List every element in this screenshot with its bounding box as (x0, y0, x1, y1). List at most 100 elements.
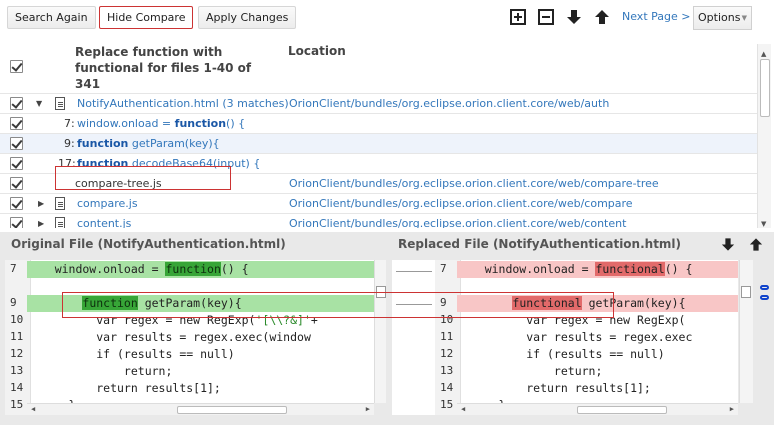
match-suffix: () { (226, 117, 246, 130)
next-diff-icon[interactable] (721, 237, 735, 252)
scroll-left-icon[interactable]: ◀ (461, 405, 465, 413)
search-again-button[interactable]: Search Again (7, 6, 96, 29)
code-text: window.onload = (457, 262, 596, 276)
row-checkbox[interactable] (10, 157, 23, 170)
expand-all-icon[interactable] (510, 9, 526, 25)
row-checkbox[interactable] (10, 137, 23, 150)
next-match-icon[interactable] (566, 9, 582, 25)
scroll-right-icon[interactable]: ▶ (366, 405, 370, 413)
apply-changes-button[interactable]: Apply Changes (198, 6, 297, 29)
expand-triangle-icon[interactable]: ▶ (38, 219, 44, 228)
diff-connector-gutter (392, 260, 435, 415)
scroll-right-icon[interactable]: ▶ (730, 405, 734, 413)
file-icon (55, 97, 65, 110)
file-name-link[interactable]: compare.js (77, 197, 138, 210)
match-row-selected[interactable]: 9: function getParam(key){ (0, 133, 757, 153)
line-number: 11 (10, 330, 24, 343)
row-checkbox[interactable] (10, 217, 23, 228)
location-column-header: Location (288, 44, 346, 58)
replaced-file-title: Replaced File (NotifyAuthentication.html… (398, 237, 682, 251)
file-location-link[interactable]: OrionClient/bundles/org.eclipse.orion.cl… (289, 197, 633, 210)
line-number: 14 (440, 381, 454, 394)
line-number: 11 (440, 330, 454, 343)
row-checkbox[interactable] (10, 197, 23, 210)
line-number: 13 (440, 364, 454, 377)
match-line-number: 7: (64, 117, 75, 130)
scroll-left-icon[interactable]: ◀ (31, 405, 35, 413)
file-location-link[interactable]: OrionClient/bundles/org.eclipse.orion.cl… (289, 177, 659, 190)
original-hscrollbar[interactable]: ◀ ▶ (27, 403, 374, 415)
changed-token: function (165, 262, 221, 276)
expand-triangle-icon[interactable]: ▶ (38, 199, 44, 208)
code-line-14: return results[1]; (27, 381, 221, 395)
file-row[interactable]: ▶ compare.js OrionClient/bundles/org.ecl… (0, 193, 757, 213)
code-line-7: window.onload = functional() { (457, 261, 738, 278)
options-label: Options (698, 11, 741, 24)
select-all-checkbox[interactable] (10, 60, 23, 73)
code-text: () { (220, 262, 249, 276)
line-number: 7 (10, 262, 17, 275)
row-checkbox[interactable] (10, 177, 23, 190)
row-checkbox[interactable] (10, 97, 23, 110)
chevron-down-icon: ▼ (741, 14, 747, 22)
code-line-14: return results[1]; (457, 381, 651, 395)
code-line-13: return; (457, 364, 603, 378)
replaced-vscrollbar[interactable] (739, 260, 753, 403)
line-number: 15 (440, 398, 454, 411)
code-line-12: if (results == null) (27, 347, 235, 361)
row-checkbox[interactable] (10, 117, 23, 130)
selected-match-highlight (55, 166, 231, 190)
changed-token: functional (595, 262, 665, 276)
current-diff-highlight (62, 292, 614, 318)
match-prefix: window.onload = (77, 117, 175, 130)
match-row[interactable]: 7: window.onload = function() { (0, 113, 757, 133)
previous-diff-icon[interactable] (749, 237, 763, 252)
results-scrollbar[interactable]: ▲ ▼ (757, 44, 771, 228)
line-number: 14 (10, 381, 24, 394)
search-results-panel: Replace function with functional for fil… (0, 34, 774, 228)
file-row[interactable]: ▶ content.js OrionClient/bundles/org.ecl… (0, 213, 757, 228)
line-number: 13 (10, 364, 24, 377)
results-header-title: Replace function with functional for fil… (75, 45, 252, 91)
match-text[interactable]: function getParam(key){ (77, 137, 220, 150)
next-page-link[interactable]: Next Page > (622, 10, 690, 23)
scrollbar-thumb[interactable] (577, 406, 667, 414)
file-icon (55, 217, 65, 228)
scrollbar-thumb[interactable] (741, 286, 751, 298)
scroll-up-icon[interactable]: ▲ (761, 50, 766, 58)
match-keyword: function (77, 137, 129, 150)
replaced-hscrollbar[interactable]: ◀ ▶ (457, 403, 738, 415)
code-text: () { (664, 262, 693, 276)
line-number: 12 (10, 347, 24, 360)
original-vscrollbar[interactable] (374, 260, 386, 403)
match-keyword: function (174, 117, 227, 130)
collapse-all-icon[interactable] (538, 9, 554, 25)
replaced-editor[interactable]: 7 9 10 11 12 13 14 15 window.onload = fu… (435, 260, 738, 415)
code-line-7: window.onload = function() { (27, 261, 374, 278)
code-line-11: var results = regex.exec (457, 330, 693, 344)
expand-triangle-icon[interactable]: ▼ (36, 99, 42, 108)
code-line-12: if (results == null) (457, 347, 665, 361)
diff-ruler-mark[interactable] (760, 295, 769, 300)
code-text: window.onload = (27, 262, 166, 276)
line-number: 9 (10, 296, 17, 309)
scrollbar-thumb[interactable] (760, 59, 770, 117)
line-number: 7 (440, 262, 447, 275)
file-location-link[interactable]: OrionClient/bundles/org.eclipse.orion.cl… (289, 97, 609, 110)
toolbar: Search Again Hide Compare Apply Changes … (0, 0, 774, 34)
scroll-down-icon[interactable]: ▼ (761, 220, 766, 228)
hide-compare-button[interactable]: Hide Compare (99, 6, 194, 29)
match-text[interactable]: window.onload = function() { (77, 117, 245, 130)
original-editor[interactable]: 7 9 10 11 12 13 14 15 window.onload = fu… (5, 260, 374, 415)
code-line-11: var results = regex.exec(window (27, 330, 311, 344)
file-row[interactable]: ▼ NotifyAuthentication.html (3 matches) … (0, 93, 757, 113)
scrollbar-thumb[interactable] (177, 406, 287, 414)
options-dropdown[interactable]: Options ▼ (693, 6, 752, 30)
diff-ruler-mark[interactable] (760, 285, 769, 290)
file-name-link[interactable]: NotifyAuthentication.html (3 matches) (77, 97, 289, 110)
line-number: 15 (10, 398, 24, 411)
line-number: 10 (10, 313, 24, 326)
file-location-link[interactable]: OrionClient/bundles/org.eclipse.orion.cl… (289, 217, 626, 228)
file-name-link[interactable]: content.js (77, 217, 131, 228)
previous-match-icon[interactable] (594, 9, 610, 25)
